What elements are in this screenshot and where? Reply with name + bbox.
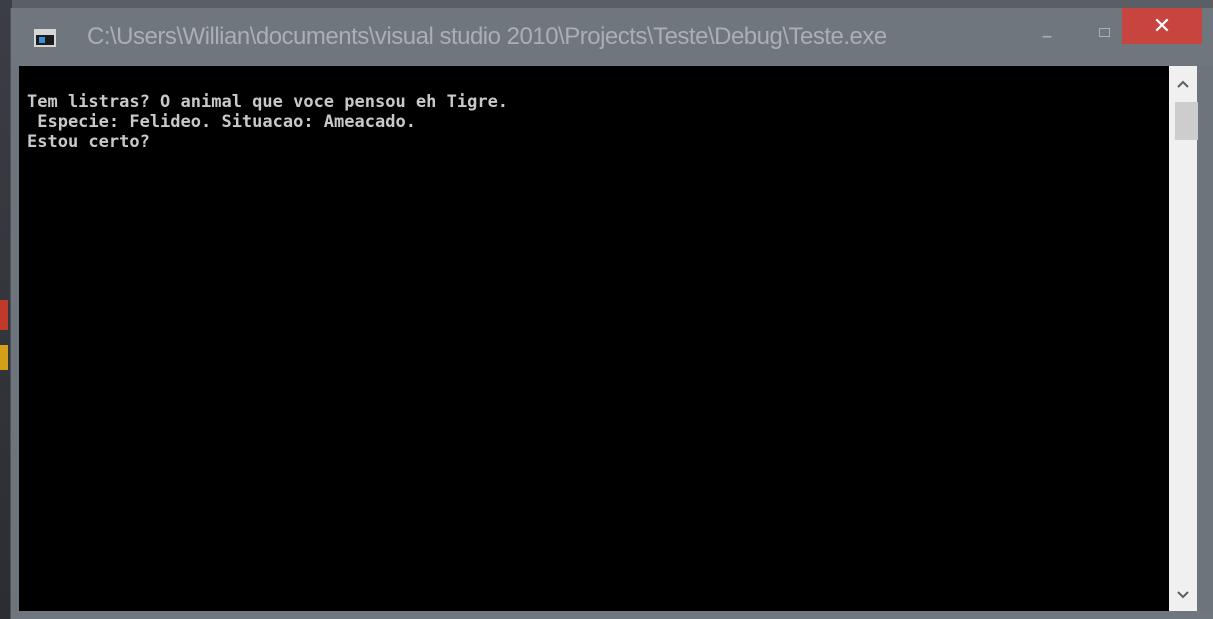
- scroll-up-button[interactable]: [1169, 70, 1197, 98]
- close-icon: ✕: [1152, 13, 1172, 39]
- console-line: Especie: Felideo. Situacao: Ameacado.: [27, 112, 416, 132]
- background-window-strip: [0, 300, 8, 330]
- chevron-up-icon: [1177, 80, 1189, 88]
- window-title: C:\Users\Willian\documents\visual studio…: [87, 23, 887, 50]
- minimize-icon: –: [1041, 23, 1053, 49]
- console-line: Estou certo?: [27, 132, 150, 152]
- console-app-icon[interactable]: [34, 29, 56, 47]
- maximize-icon: [1098, 27, 1110, 37]
- background-window-strip: [0, 345, 8, 370]
- console-text: Tem listras? O animal que voce pensou eh…: [27, 92, 508, 152]
- console-window: C:\Users\Willian\documents\visual studio…: [10, 8, 1213, 619]
- minimize-button[interactable]: –: [1029, 22, 1065, 50]
- scroll-thumb[interactable]: [1175, 102, 1198, 140]
- console-output[interactable]: Tem listras? O animal que voce pensou eh…: [19, 66, 1169, 611]
- scroll-down-button[interactable]: [1169, 581, 1197, 609]
- title-bar[interactable]: C:\Users\Willian\documents\visual studio…: [11, 8, 1213, 66]
- window-bottom-border: [11, 611, 1213, 619]
- maximize-button[interactable]: [1086, 18, 1122, 46]
- console-line: Tem listras? O animal que voce pensou eh…: [27, 92, 509, 112]
- chevron-down-icon: [1177, 591, 1189, 599]
- vertical-scrollbar[interactable]: [1169, 66, 1198, 611]
- close-button[interactable]: ✕: [1122, 8, 1202, 44]
